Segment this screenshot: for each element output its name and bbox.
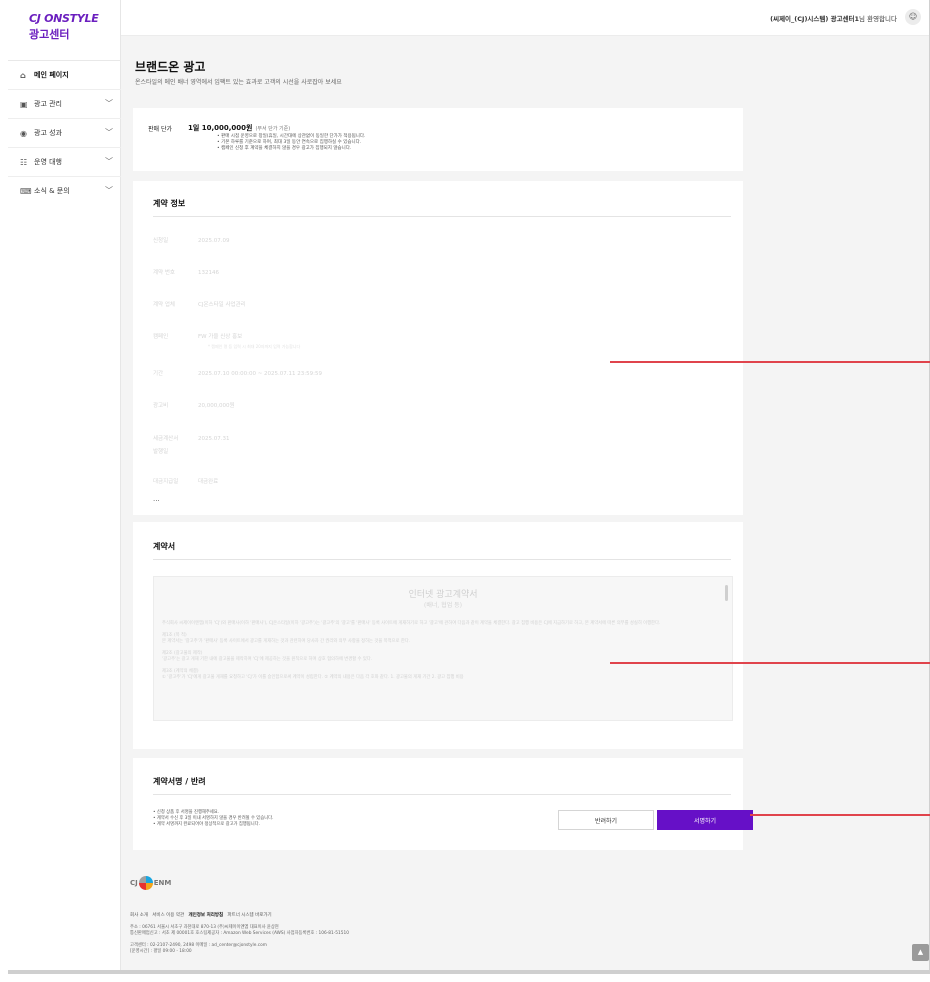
info-row: 광고비 20,000,000원 [153,403,235,409]
sidebar-item-ad-management[interactable]: ▣ 광고 관리 ﹀ [8,89,121,118]
contract-info-card: 계약 정보 신청일 2025.07.09 계약 번호 132146 계약 업체 CJ온… [133,181,743,515]
board-icon: ▣ [20,99,28,109]
contract-info-title: 계약 정보 [153,199,186,208]
footer-link-partner[interactable]: 파트너 시스템 바로가기 [227,913,271,918]
annotation-line [610,662,930,664]
info-row: 신청일 2025.07.09 [153,238,230,244]
doc-subheading: (배너, 협업 등) [423,602,462,609]
info-row: 대금지급일 대금완료 [153,479,219,485]
footer-brand: ENM [153,879,172,887]
sign-button[interactable]: 서명하기 [657,810,753,830]
price-note: (부서 단가 기준) [255,126,291,132]
chevron-down-icon: ﹀ [105,128,113,137]
price-label: 판매 단가 [148,126,172,133]
scroll-top-button[interactable]: ▲ [912,944,929,961]
list-icon: ☷ [20,157,28,167]
footer-link-privacy[interactable]: 개인정보 처리방침 [188,913,223,918]
divider [153,559,731,560]
footer-info: 주소 : 06761 서울시 서초구 과천대로 870-13 (주)씨제이이엔엠… [130,925,349,955]
price-card: 판매 단가 1일 10,000,000원(부서 단가 기준) 판매 시점 운영으… [133,108,743,171]
page-subtitle: 온스타일의 메인 배너 영역에서 임팩트 있는 효과로 고객의 시선을 사로잡아… [135,79,342,86]
doc-intro: 주식회사 씨제이이엔엠(이하 'CJ')와 판매사(이하 '판매사'), CJ온… [162,621,661,626]
user-name: (씨제이_(CJ)시스템) 광고센터1 [770,15,860,23]
price-value: 1일 10,000,000원 (부서 단가 기준) [188,123,290,133]
doc-body: 주식회사 씨제이이엔엠(이하 'CJ')와 판매사(이하 '판매사'), CJ온… [162,621,718,682]
page-title: 브랜드온 광고 [135,60,206,74]
sidebar-item-label: 소식 & 문의 [34,187,70,195]
campaign-note: * 캠페인 명 등 입력 시 최대 20자까지 입력 가능합니다 [208,344,301,349]
info-row: 발행일 [153,449,169,455]
welcome-message: (씨제이_(CJ)시스템) 광고센터1님 환영합니다 [770,13,897,23]
annotation-line [750,814,930,816]
chevron-down-icon: ﹀ [105,186,113,195]
welcome-suffix: 님 환영합니다 [859,15,897,23]
target-icon: ◉ [20,128,27,138]
logo[interactable]: CJ ONSTYLE 광고센터 [29,12,99,42]
sidebar-item-ad-performance[interactable]: ◉ 광고 성과 ﹀ [8,118,121,147]
reject-button[interactable]: 반려하기 [558,810,654,830]
user-icon[interactable]: ☺ [905,9,921,25]
megaphone-icon: ⌨ [20,186,32,196]
footer-links: 회사 소개 서비스 이용 약관 개인정보 처리방침 파트너 시스템 바로가기 [130,912,272,918]
divider [153,216,731,217]
chevron-down-icon: ﹀ [105,157,113,166]
price-notes: 판매 시점 운영으로 창일(휴일, 시간대에 상관없이 동일한 단가가 적용됩니… [217,134,366,152]
sidebar-item-label: 메인 페이지 [34,71,69,79]
price-amount: 1일 10,000,000원 [188,124,253,132]
signature-card: 계약서명 / 반려 신청 상품 후 서명을 진행해주세요. 계약서 수신 후 3… [133,758,753,850]
sidebar-item-main[interactable]: ⌂ 메인 페이지 [8,60,121,89]
app-frame: CJ ONSTYLE 광고센터 ⌂ 메인 페이지 ▣ 광고 관리 ﹀ ◉ 광고 … [8,0,930,974]
list-item: 캠페인 신청 후 계약을 체결하지 않을 경우 광고가 집행되지 않습니다. [217,146,366,152]
sidebar-item-operation[interactable]: ☷ 운영 대행 ﹀ [8,147,121,176]
footer-business: 통신판매업신고 : 서초 제 00001호 호스팅제공자 : Amazon We… [130,931,349,937]
list-item: 계약 서명까지 완료되어야 정상적으로 광고가 집행됩니다. [153,822,274,828]
more-indicator: ... [153,495,160,503]
signature-title: 계약서명 / 반려 [153,777,206,786]
info-row: 캠페인 FW 가을 신상 홍보 [153,334,243,340]
sidebar: CJ ONSTYLE 광고센터 ⌂ 메인 페이지 ▣ 광고 관리 ﹀ ◉ 광고 … [8,0,121,970]
contract-document-title: 계약서 [153,542,176,551]
signature-notes: 신청 상품 후 서명을 진행해주세요. 계약서 수신 후 3일 이내 서명하지 … [153,810,274,828]
info-row: 계약 업체 CJ온스타일 사업관리 [153,302,246,308]
info-row: 기간 2025.07.10 00:00:00 ~ 2025.07.11 23:59… [153,371,322,377]
sidebar-item-label: 광고 성과 [34,129,62,137]
divider [153,794,731,795]
logo-subtitle: 광고센터 [29,28,70,41]
doc-article-body: 본 계약서는 '광고주'가 '판매사' 등록 사이트에서 광고를 게재하는 것과… [162,639,411,644]
chevron-down-icon: ﹀ [105,99,113,108]
annotation-line [610,361,930,363]
footer-logo: CJ ENM [130,876,171,890]
info-row: 계약 번호 132146 [153,270,219,276]
info-row: 세금계산서 2025.07.31 [153,436,230,442]
logo-brand: CJ ONSTYLE [29,12,99,25]
sidebar-item-label: 운영 대행 [34,158,62,166]
doc-heading: 인터넷 광고계약서 [408,590,478,600]
contract-document-card: 계약서 인터넷 광고계약서 (배너, 협업 등) 주식회사 씨제이이엔엠(이하 … [133,522,743,749]
sidebar-menu: ⌂ 메인 페이지 ▣ 광고 관리 ﹀ ◉ 광고 성과 ﹀ ☷ 운영 대행 ﹀ ⌨… [8,60,121,205]
footer-link-about[interactable]: 회사 소개 [130,913,148,918]
contract-document-viewer[interactable]: 인터넷 광고계약서 (배너, 협업 등) 주식회사 씨제이이엔엠(이하 'CJ'… [153,576,733,721]
sidebar-item-label: 광고 관리 [34,100,62,108]
sidebar-item-news[interactable]: ⌨ 소식 & 문의 ﹀ [8,176,121,205]
scrollbar[interactable] [725,585,728,601]
doc-article-body: ① '광고주'가 'CJ'에게 광고물 게재를 요청하고 'CJ'가 이를 승인… [162,675,464,680]
top-header: (씨제이_(CJ)시스템) 광고센터1님 환영합니다 ☺ [121,0,929,36]
home-icon: ⌂ [20,70,26,80]
cj-logo-icon [138,876,153,890]
footer-hours: [운영시간] : 평일 09:00 - 18:00 [130,948,192,954]
footer-link-terms[interactable]: 서비스 이용 약관 [152,913,184,918]
